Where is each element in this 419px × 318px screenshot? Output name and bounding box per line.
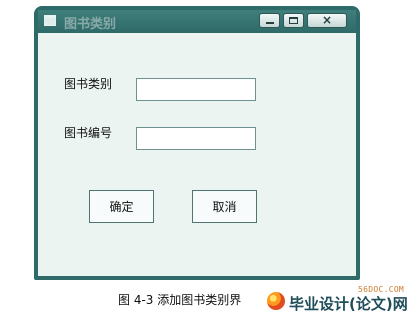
close-button[interactable]: × bbox=[307, 13, 347, 28]
close-icon: × bbox=[321, 13, 333, 27]
confirm-button[interactable]: 确定 bbox=[89, 190, 154, 223]
window-app-icon bbox=[44, 15, 56, 26]
book-category-label: 图书类别 bbox=[64, 77, 113, 91]
watermark-text: 毕业设计(论文)网 bbox=[289, 295, 408, 313]
maximize-button[interactable] bbox=[283, 13, 304, 28]
minimize-icon bbox=[266, 22, 274, 24]
cancel-button[interactable]: 取消 bbox=[192, 190, 257, 223]
window-client-area: 图书类别 图书编号 确定 取消 bbox=[38, 33, 356, 276]
watermark-logo-icon bbox=[267, 292, 285, 310]
window-title: 图书类别 bbox=[64, 17, 117, 32]
book-number-input[interactable] bbox=[136, 127, 256, 150]
add-book-category-window: 图书类别 × 图书类别 图书编号 确定 取消 bbox=[34, 6, 360, 280]
figure-caption: 图 4-3 添加图书类别界 bbox=[118, 293, 242, 307]
maximize-icon bbox=[289, 17, 298, 24]
book-number-label: 图书编号 bbox=[64, 126, 113, 140]
title-bar[interactable]: 图书类别 × bbox=[38, 10, 356, 33]
book-category-input[interactable] bbox=[136, 78, 256, 101]
minimize-button[interactable] bbox=[259, 13, 280, 28]
